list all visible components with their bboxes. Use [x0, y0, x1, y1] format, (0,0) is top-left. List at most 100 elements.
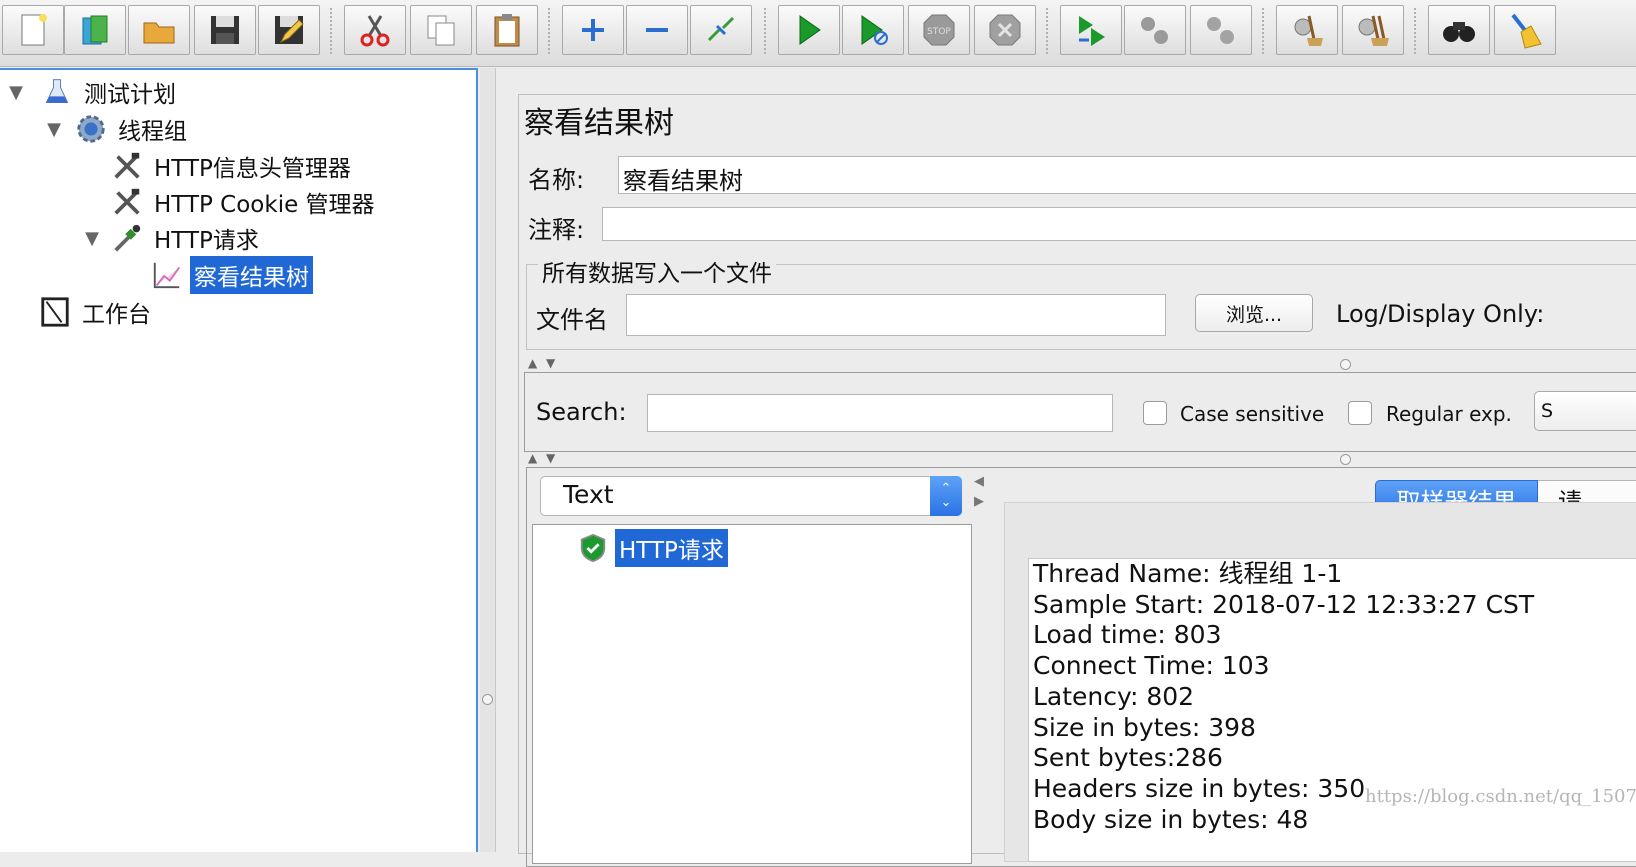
result-list[interactable]: HTTP请求: [532, 524, 972, 864]
filename-label: 文件名: [536, 306, 608, 334]
reset-search-button[interactable]: [1494, 5, 1556, 55]
write-to-file-title: 所有数据写入一个文件: [538, 254, 776, 288]
save-button[interactable]: [194, 5, 256, 55]
splitter-grip[interactable]: [1340, 454, 1351, 465]
tree-node-cookie-manager[interactable]: HTTP Cookie 管理器: [110, 184, 379, 220]
toolbar-separator: [330, 8, 332, 54]
shutdown-button[interactable]: [974, 5, 1036, 55]
view-results-tree-panel: 察看结果树 名称: 察看结果树 注释: 所有数据写入一个文件 文件名 浏览...…: [498, 68, 1636, 867]
tree-item-label-selected: 察看结果树: [190, 256, 313, 294]
templates-button[interactable]: [64, 5, 126, 55]
svg-text:STOP: STOP: [927, 27, 951, 37]
copy-button[interactable]: [410, 5, 472, 55]
new-button[interactable]: [2, 5, 64, 55]
sampler-result-text[interactable]: Thread Name: 线程组 1-1 Sample Start: 2018-…: [1028, 558, 1636, 862]
cut-scissors-icon: [360, 15, 390, 47]
tree-item-label: 线程组: [118, 119, 187, 145]
tree-item-label: 测试计划: [84, 82, 176, 108]
toolbar-separator: [548, 8, 550, 54]
search-button[interactable]: [1428, 5, 1490, 55]
result-line: Latency: 802: [1033, 681, 1195, 711]
success-shield-icon: [577, 532, 609, 564]
new-document-icon: [21, 14, 47, 46]
name-label: 名称:: [528, 166, 585, 194]
workbench-icon: [38, 295, 72, 329]
result-item-label: HTTP请求: [615, 529, 728, 567]
save-disk-icon: [211, 16, 239, 44]
toggle-icon: [707, 16, 735, 42]
open-button[interactable]: [128, 5, 190, 55]
remote-shutdown-all-button[interactable]: [1190, 5, 1252, 55]
start-button[interactable]: [778, 5, 840, 55]
result-line: Load time: 803: [1033, 620, 1222, 650]
regular-exp-label: Regular exp.: [1386, 402, 1512, 426]
test-plan-flask-icon: [40, 75, 74, 109]
divider-grip[interactable]: [482, 694, 493, 705]
open-folder-icon: [143, 22, 175, 44]
comment-label: 注释:: [528, 216, 585, 244]
stop-button[interactable]: STOP: [908, 5, 970, 55]
result-line: Sample Start: 2018-07-12 12:33:27 CST: [1033, 589, 1535, 619]
name-field[interactable]: 察看结果树: [618, 156, 1636, 194]
tree-node-http-request[interactable]: ▼ HTTP请求: [80, 220, 263, 256]
collapse-down-arrow-icon[interactable]: ▼: [546, 356, 555, 370]
clear-all-button[interactable]: [1342, 5, 1404, 55]
remote-stop-all-button[interactable]: [1124, 5, 1186, 55]
paste-button[interactable]: [476, 5, 538, 55]
collapse-up-arrow-icon[interactable]: ▲: [528, 451, 537, 465]
collapse-arrows[interactable]: ◀ ▶: [974, 472, 984, 512]
toolbar-separator: [764, 8, 766, 54]
expand-all-button[interactable]: [562, 5, 624, 55]
log-display-only-label: Log/Display Only:: [1336, 300, 1545, 328]
result-line: Size in bytes: 398: [1033, 712, 1256, 742]
clear-icon: [1294, 15, 1323, 46]
result-list-item[interactable]: HTTP请求: [577, 529, 728, 567]
watermark: https://blog.csdn.net/qq_15075865: [1365, 786, 1636, 807]
listener-graph-icon: [150, 258, 184, 292]
regular-exp-checkbox[interactable]: [1348, 401, 1372, 425]
remote-stop-icon: [1141, 17, 1168, 44]
collapse-all-button[interactable]: [626, 5, 688, 55]
copy-icon: [427, 15, 455, 46]
result-line: Connect Time: 103: [1033, 651, 1270, 681]
toolbar-separator: [1262, 8, 1264, 54]
expand-plus-icon: [582, 19, 604, 41]
toggle-button[interactable]: [690, 5, 752, 55]
renderer-select[interactable]: Text ⌃ ⌄: [540, 476, 962, 516]
tree-node-thread-group[interactable]: ▼ 线程组: [42, 111, 191, 147]
search-input[interactable]: [647, 394, 1113, 432]
tree-node-workbench[interactable]: 工作台: [38, 294, 155, 330]
shutdown-icon: [989, 14, 1021, 46]
tree-item-label: 工作台: [82, 302, 151, 328]
expanded-arrow-icon[interactable]: ▼: [4, 82, 28, 103]
collapse-minus-icon: [646, 28, 668, 32]
tree-node-header-manager[interactable]: HTTP信息头管理器: [110, 148, 355, 184]
browse-button[interactable]: 浏览...: [1195, 294, 1313, 332]
start-play-icon: [799, 15, 821, 45]
stop-icon: STOP: [923, 14, 955, 46]
cut-button[interactable]: [344, 5, 406, 55]
expanded-arrow-icon[interactable]: ▼: [80, 228, 104, 249]
case-sensitive-checkbox[interactable]: [1143, 401, 1167, 425]
tree-node-view-results-tree[interactable]: 察看结果树: [150, 256, 313, 294]
start-no-pauses-button[interactable]: [842, 5, 904, 55]
save-as-button[interactable]: [258, 5, 320, 55]
comment-field[interactable]: [602, 207, 1636, 241]
collapse-down-arrow-icon[interactable]: ▼: [546, 451, 555, 465]
select-stepper-icon[interactable]: ⌃ ⌄: [930, 476, 962, 516]
search-submit-button[interactable]: S: [1534, 391, 1636, 431]
filename-field[interactable]: [626, 294, 1166, 336]
remote-start-all-button[interactable]: [1060, 5, 1122, 55]
toolbar-separator: [1046, 8, 1048, 54]
clear-button[interactable]: [1276, 5, 1338, 55]
expanded-arrow-icon[interactable]: ▼: [42, 119, 66, 140]
remote-start-icon: [1079, 16, 1105, 46]
tree-node-test-plan[interactable]: ▼ 测试计划: [4, 74, 180, 110]
page-title: 察看结果树: [524, 106, 674, 141]
collapse-up-arrow-icon[interactable]: ▲: [528, 356, 537, 370]
split-pane-divider[interactable]: [480, 68, 496, 852]
splitter-grip[interactable]: [1340, 359, 1351, 370]
result-line: Body size in bytes: 48: [1033, 804, 1309, 834]
sampler-pipette-icon: [110, 221, 144, 255]
save-as-pencil-icon: [275, 16, 304, 44]
